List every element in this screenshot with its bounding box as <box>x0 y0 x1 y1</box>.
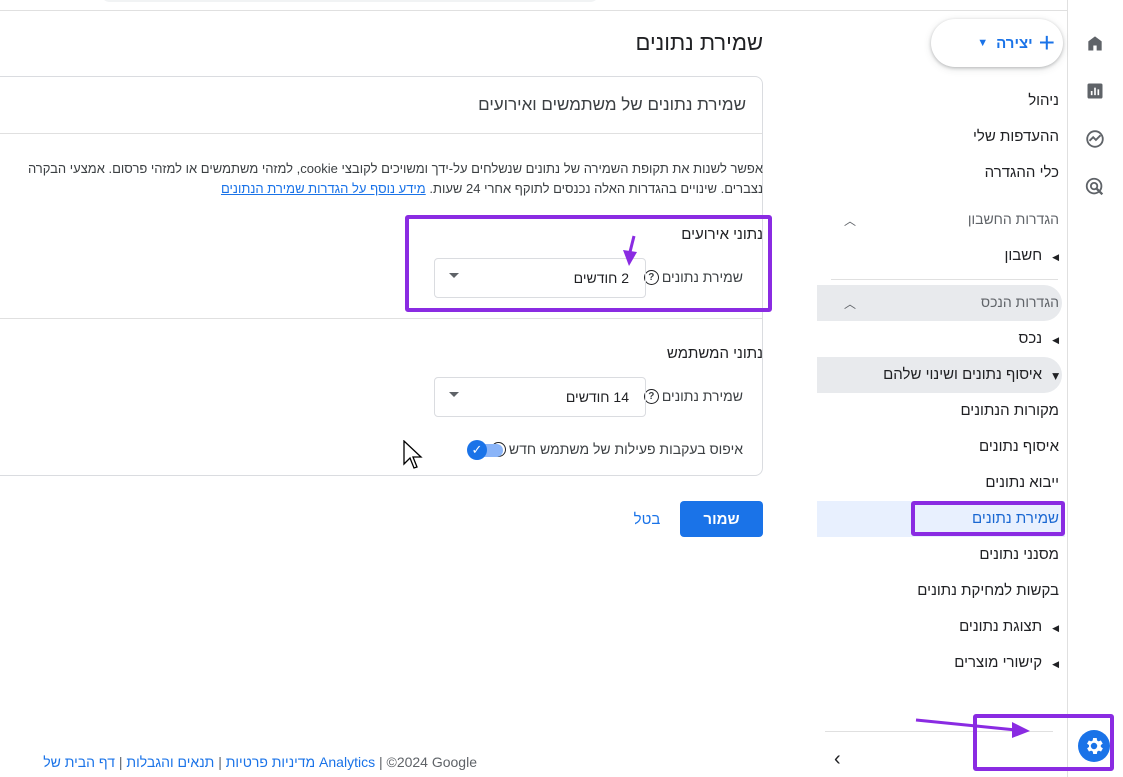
annotation-arrows <box>623 235 1030 738</box>
